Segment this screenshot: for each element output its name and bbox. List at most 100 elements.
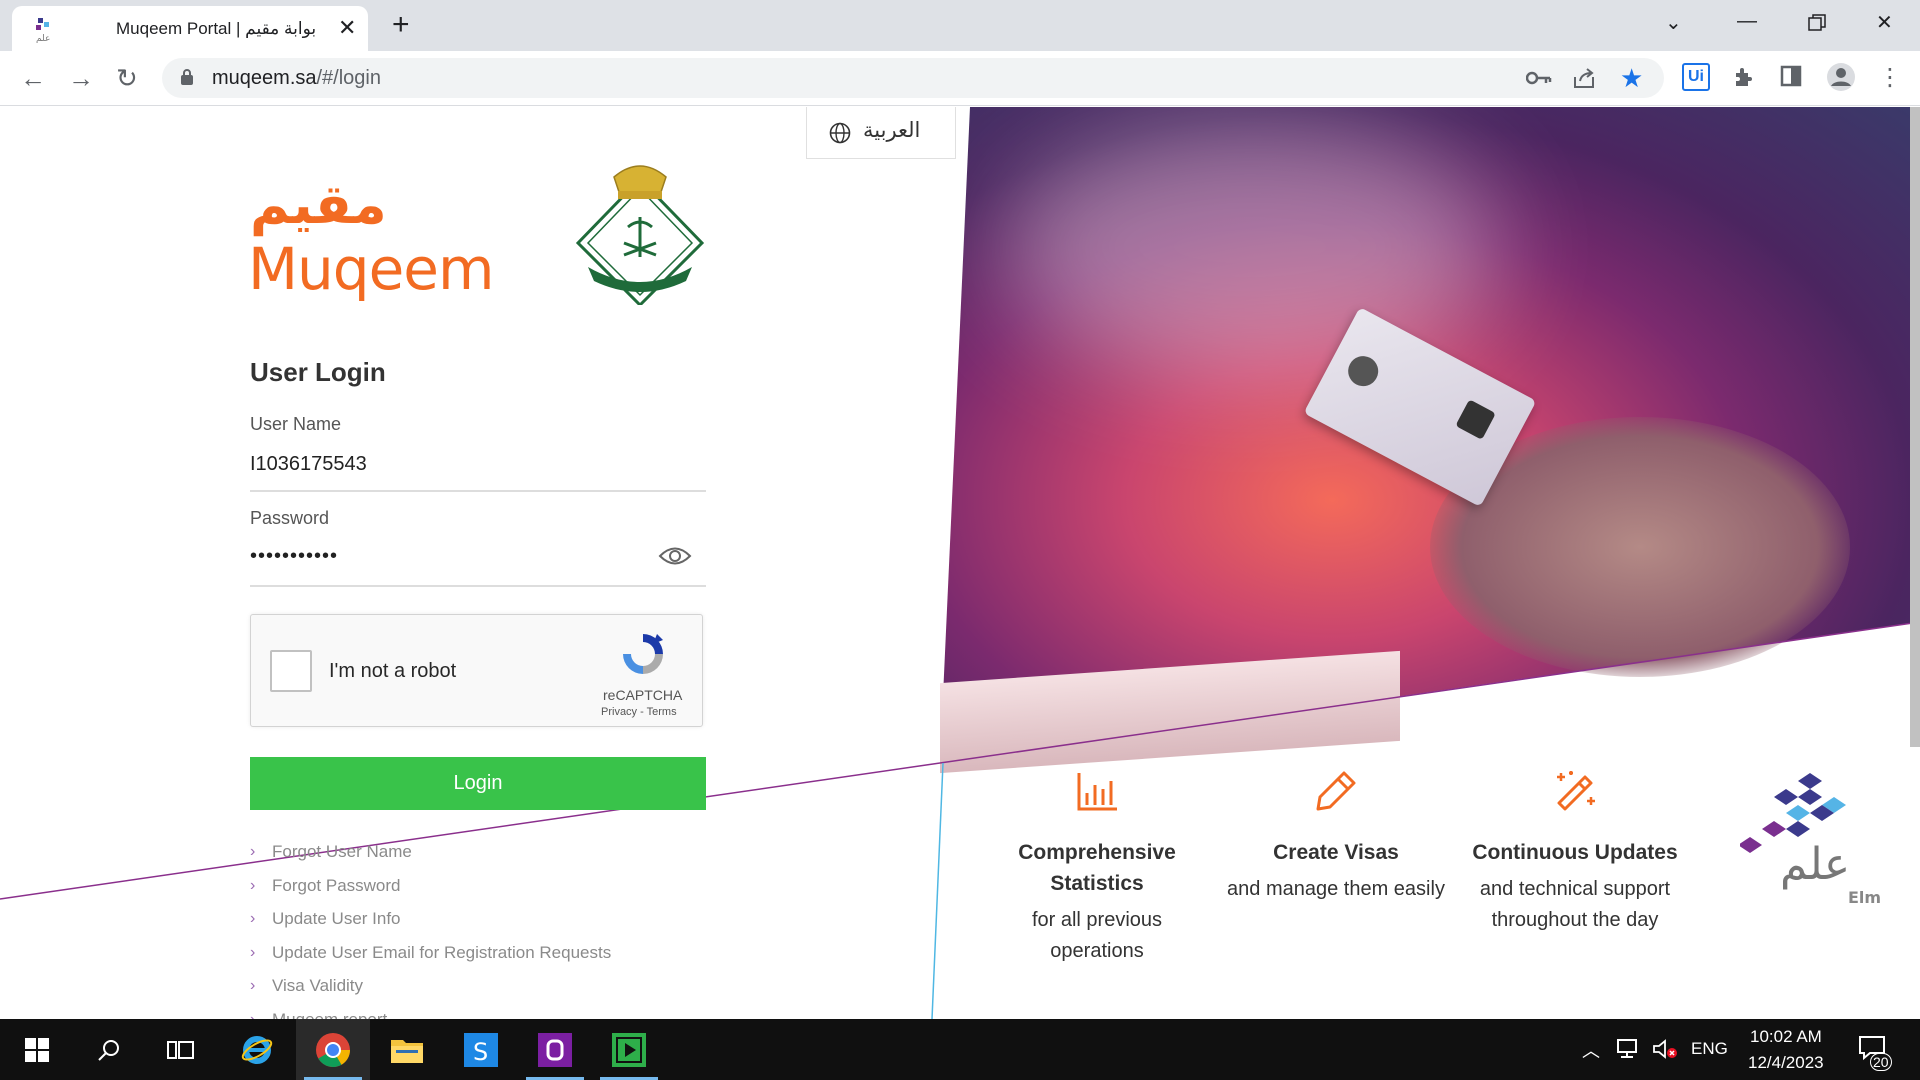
- chrome-icon: [316, 1032, 350, 1067]
- chevron-right-icon: ›: [250, 977, 256, 994]
- forward-icon[interactable]: →: [68, 63, 94, 93]
- reload-icon[interactable]: ↻: [116, 63, 138, 93]
- restore-icon[interactable]: [1808, 14, 1826, 32]
- recaptcha-widget: I'm not a robot reCAPTCHA Privacy - Term…: [250, 614, 703, 727]
- recaptcha-label: I'm not a robot: [329, 660, 457, 682]
- folder-icon: [391, 1039, 423, 1063]
- browser-toolbar: ← → ↻ muqeem.sa/#/login ★ Ui ⋮: [0, 51, 1920, 106]
- language-indicator[interactable]: ENG: [1691, 1039, 1728, 1059]
- search-button[interactable]: [72, 1019, 146, 1080]
- uipath-extension-icon[interactable]: Ui: [1682, 63, 1710, 91]
- back-icon[interactable]: ←: [20, 63, 46, 93]
- clock-date[interactable]: 12/4/2023: [1748, 1053, 1824, 1073]
- browser-tab[interactable]: علم Muqeem Portal | بوابة مقيم ✕: [12, 6, 368, 51]
- tab-title: Muqeem Portal | بوابة مقيم: [116, 19, 317, 38]
- profile-avatar-icon[interactable]: [1826, 62, 1856, 92]
- link-label: Forgot User Name: [272, 842, 412, 861]
- bookmark-star-icon[interactable]: ★: [1620, 63, 1643, 94]
- visa-validity-link[interactable]: › Visa Validity: [250, 976, 611, 1010]
- browser-tab-bar: علم Muqeem Portal | بوابة مقيم ✕ + ⌄ — ✕: [0, 0, 1920, 51]
- update-user-info-link[interactable]: › Update User Info: [250, 909, 611, 943]
- recaptcha-logo-icon: [623, 634, 663, 674]
- file-explorer-app[interactable]: [370, 1019, 444, 1080]
- link-label: Update User Email for Registration Reque…: [272, 942, 612, 962]
- update-user-email-link[interactable]: › Update User Email for Registration Requ…: [250, 943, 611, 977]
- bar-chart-icon: [1077, 773, 1117, 811]
- svg-text:S: S: [473, 1038, 488, 1066]
- pencil-icon: [1316, 771, 1356, 811]
- link-label: Update User Info: [272, 909, 401, 928]
- elm-logo-icon: علم Elm: [1740, 773, 1881, 907]
- muqeem-report-link[interactable]: › Muqeem report: [250, 1010, 611, 1020]
- recaptcha-brand: reCAPTCHA: [603, 687, 683, 703]
- internet-explorer-app[interactable]: [220, 1019, 294, 1080]
- clock-time[interactable]: 10:02 AM: [1750, 1027, 1822, 1047]
- language-switch-button[interactable]: العربية: [806, 107, 956, 159]
- page-content: العربية مقيم Muqeem User Login User Name…: [0, 107, 1920, 1019]
- chevron-right-icon: ›: [250, 910, 256, 927]
- feature-title: Comprehensive Statistics: [1018, 841, 1176, 895]
- lock-icon: [181, 69, 193, 85]
- extensions-puzzle-icon[interactable]: [1732, 65, 1756, 89]
- forgot-username-link[interactable]: › Forgot User Name: [250, 842, 611, 876]
- minimize-icon[interactable]: —: [1737, 10, 1757, 33]
- purple-app-icon: [538, 1032, 572, 1067]
- green-app[interactable]: [592, 1019, 666, 1080]
- purple-app[interactable]: [518, 1019, 592, 1080]
- chevron-right-icon: ›: [250, 843, 256, 860]
- magic-wand-icon: [1557, 771, 1595, 811]
- recaptcha-checkbox[interactable]: [270, 650, 312, 692]
- notification-count-badge: 20: [1870, 1053, 1892, 1071]
- jawazat-emblem-icon: [575, 165, 705, 305]
- share-icon[interactable]: [1572, 67, 1596, 89]
- browser-menu-icon[interactable]: ⋮: [1878, 63, 1902, 93]
- address-bar[interactable]: muqeem.sa/#/login ★: [162, 58, 1664, 98]
- tab-search-chevron-icon[interactable]: ⌄: [1665, 10, 1682, 35]
- show-hidden-icons-chevron-icon[interactable]: ︿: [1582, 1037, 1600, 1063]
- username-label: User Name: [250, 414, 342, 434]
- forgot-password-link[interactable]: › Forgot Password: [250, 876, 611, 910]
- username-underline: [250, 490, 706, 492]
- search-icon: [98, 1039, 119, 1061]
- login-button[interactable]: Login: [250, 757, 706, 810]
- feature-statistics: Comprehensive Statistics for all previou…: [987, 767, 1207, 967]
- url-text: muqeem.sa/#/login: [212, 67, 381, 89]
- windows-logo-icon: [25, 1037, 49, 1062]
- show-password-eye-icon[interactable]: [658, 545, 692, 567]
- username-input[interactable]: I1036175543: [250, 453, 367, 476]
- blue-s-app-icon: S: [464, 1032, 498, 1067]
- help-links: › Forgot User Name › Forgot Password › Upda…: [250, 842, 611, 1019]
- password-underline: [250, 585, 706, 587]
- feature-title: Create Visas: [1273, 841, 1399, 864]
- tab-close-icon[interactable]: ✕: [338, 15, 356, 41]
- volume-muted-icon[interactable]: [1652, 1038, 1678, 1060]
- green-play-app-icon: [612, 1032, 646, 1067]
- feature-title: Continuous Updates: [1472, 841, 1678, 864]
- password-key-icon[interactable]: [1526, 69, 1552, 87]
- feature-desc: and manage them easily: [1227, 878, 1445, 900]
- close-window-icon[interactable]: ✕: [1876, 10, 1893, 35]
- muqeem-logo-english: Muqeem: [248, 235, 494, 303]
- start-button[interactable]: [0, 1019, 74, 1080]
- page-scrollbar[interactable]: [1910, 107, 1920, 747]
- hero-glow: [1000, 117, 1500, 377]
- chrome-app[interactable]: [296, 1019, 370, 1080]
- language-switch-label: العربية: [863, 119, 921, 142]
- network-icon[interactable]: [1616, 1038, 1642, 1060]
- recaptcha-privacy-terms-link[interactable]: Privacy - Terms: [601, 706, 677, 718]
- feature-visas: Create Visas and manage them easily: [1226, 767, 1446, 905]
- blue-app[interactable]: S: [444, 1019, 518, 1080]
- login-title: User Login: [250, 357, 386, 387]
- globe-icon: [829, 122, 851, 144]
- side-panel-icon[interactable]: [1780, 65, 1802, 87]
- task-view-button[interactable]: [144, 1019, 218, 1080]
- card-chip: [1455, 399, 1496, 440]
- link-label: Forgot Password: [272, 875, 401, 895]
- chevron-right-icon: ›: [250, 943, 256, 961]
- muqeem-logo-arabic: مقيم: [250, 173, 387, 236]
- password-input[interactable]: •••••••••••: [250, 545, 338, 568]
- new-tab-icon[interactable]: +: [392, 8, 410, 42]
- svg-text:علم: علم: [36, 34, 50, 43]
- windows-taskbar: S ︿ ENG 10:02 AM 12/4/2023 20: [0, 1019, 1920, 1080]
- elm-favicon-icon: علم: [36, 18, 50, 43]
